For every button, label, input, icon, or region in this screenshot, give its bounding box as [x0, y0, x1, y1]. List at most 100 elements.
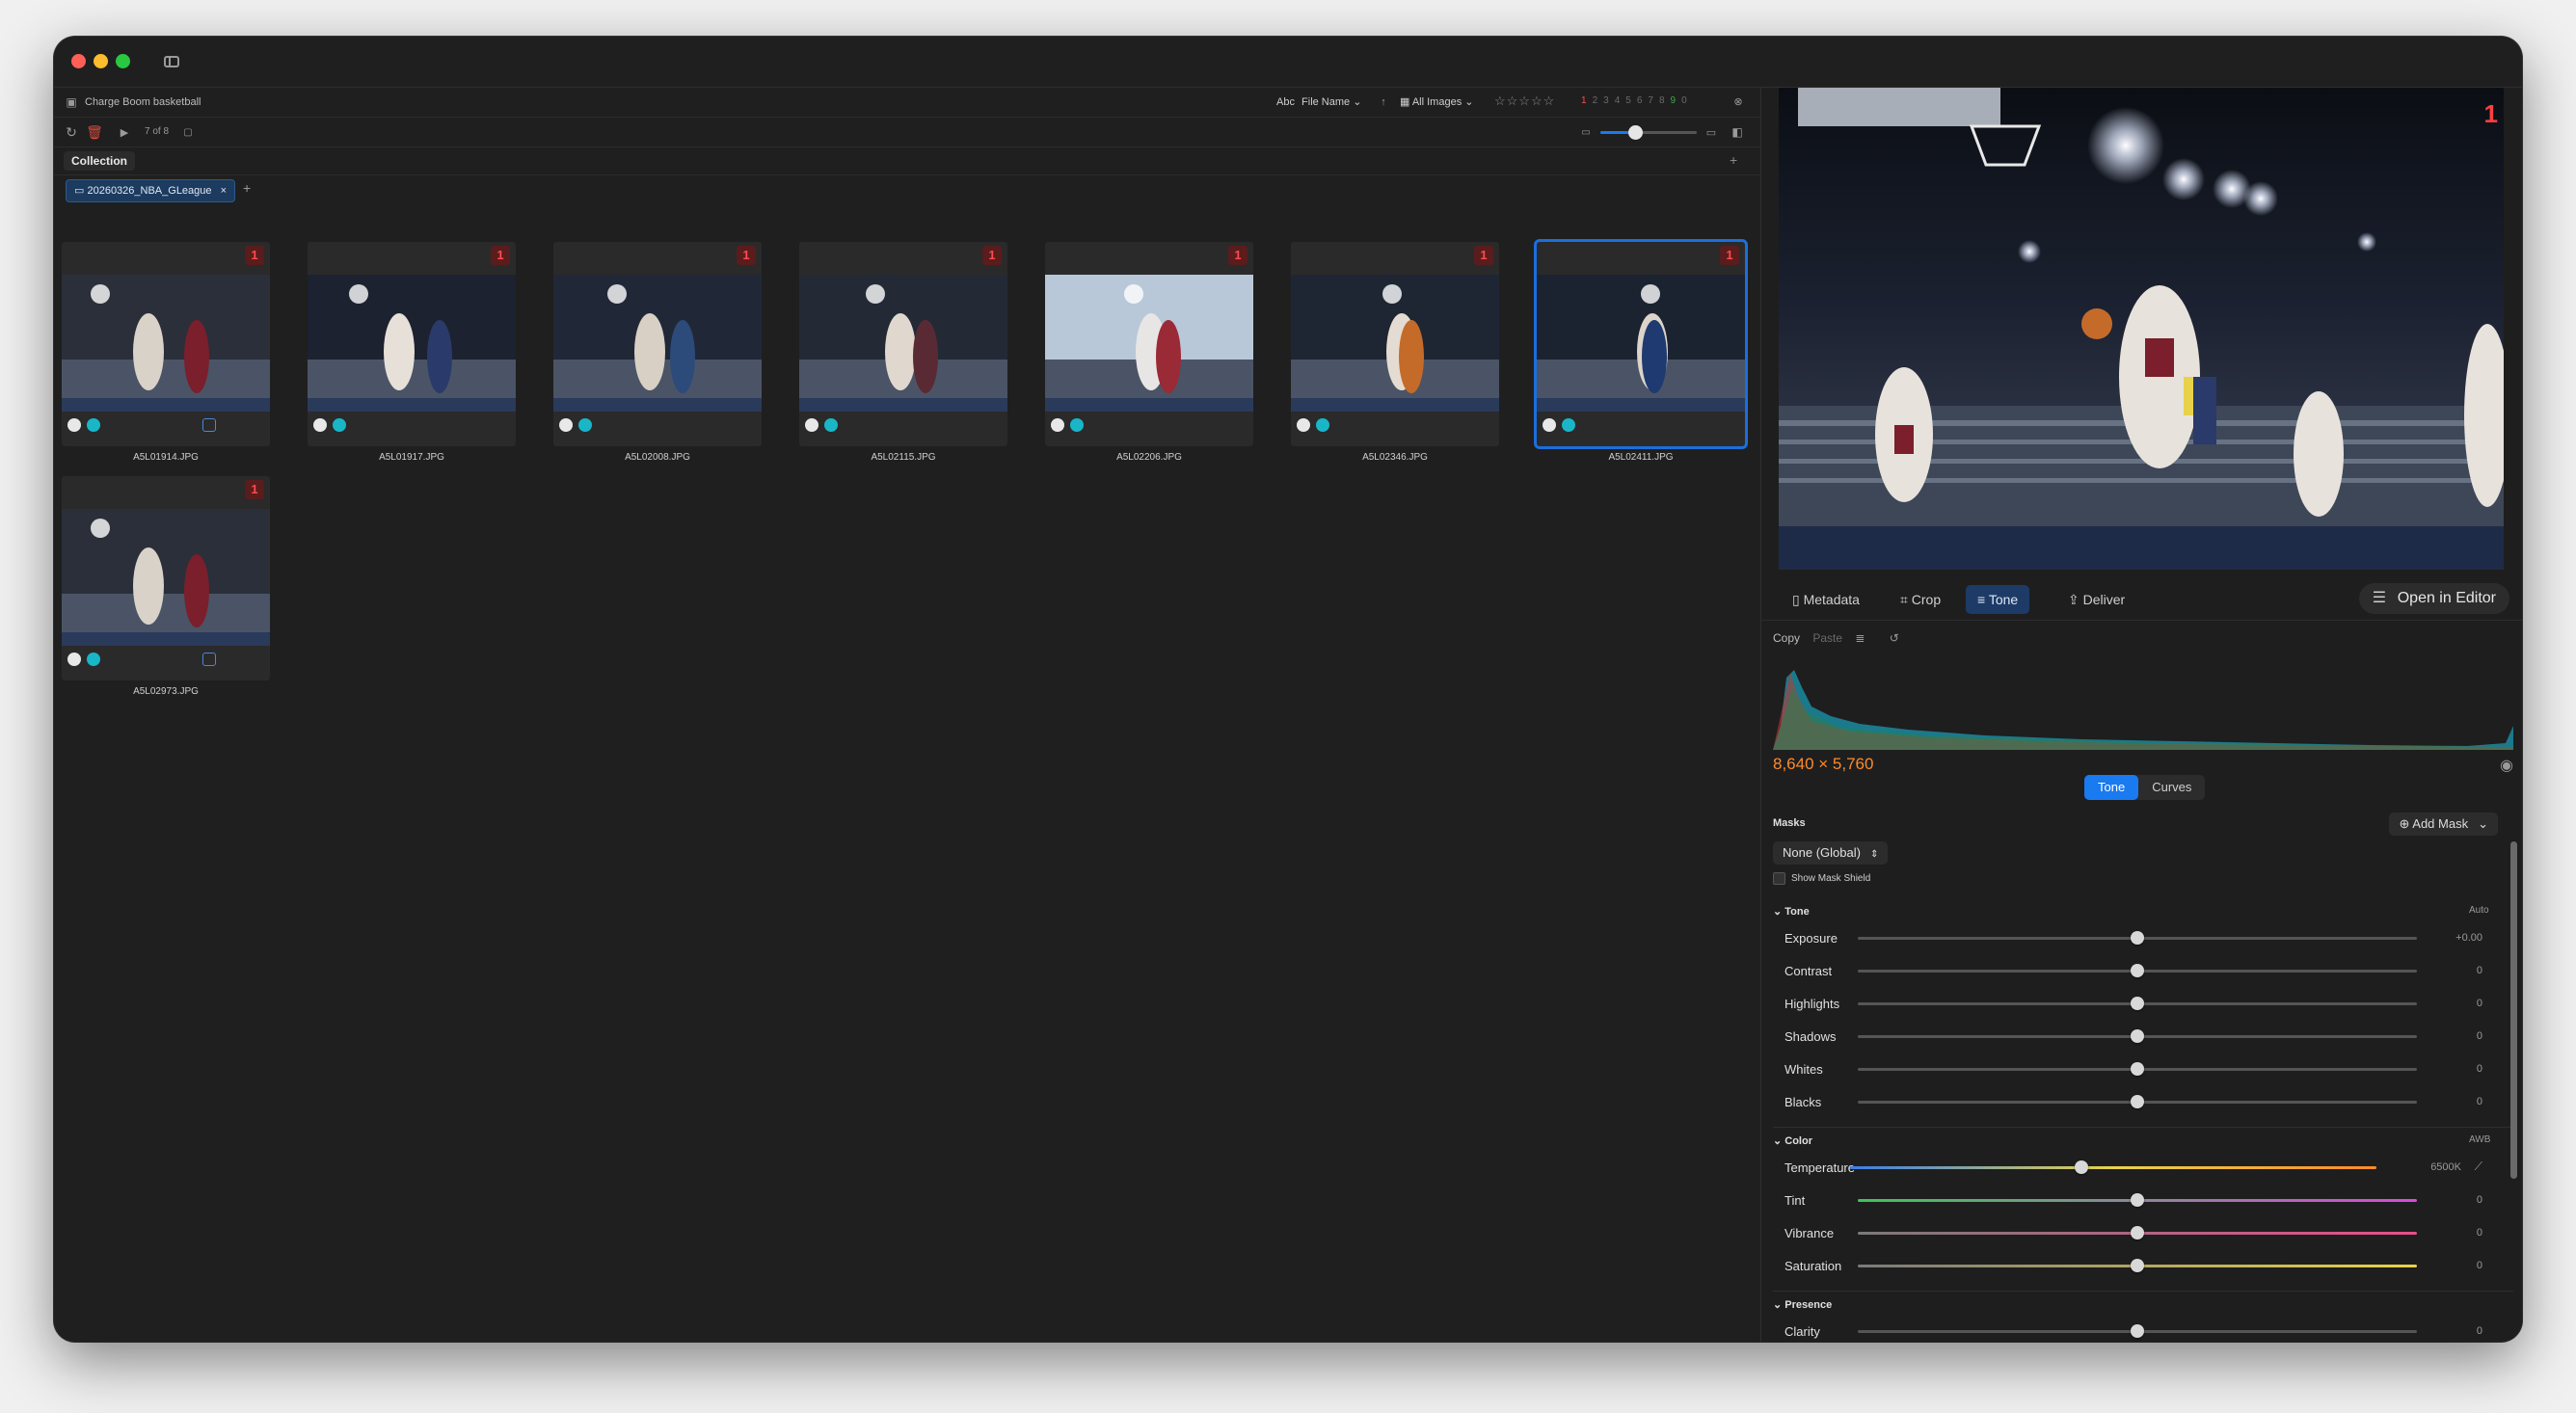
add-tab-button[interactable]: + [1730, 152, 1737, 168]
preview-image [1779, 88, 2504, 570]
plus-circle-icon: ⊕ [2399, 816, 2413, 831]
slider-knob[interactable] [2131, 931, 2144, 945]
thumbnail-cell[interactable]: 1 A5L02973.JPG [62, 476, 270, 697]
slider-temperature[interactable]: Temperature 6500K ⟋ [1761, 1152, 2522, 1185]
group-header-tone[interactable]: ⌄ Tone Auto [1773, 905, 2489, 918]
thumbnail-size-slider[interactable] [1600, 125, 1697, 140]
check-icon [1316, 418, 1329, 432]
shield-icon [805, 418, 818, 432]
slider-label: Blacks [1784, 1095, 1822, 1109]
small-thumbnail-icon[interactable]: ▭ [1579, 124, 1593, 140]
color-label-3[interactable]: 3 [1603, 95, 1609, 106]
slider-whites[interactable]: Whites 0 [1761, 1053, 2522, 1086]
photo-preview[interactable]: 1 [1779, 88, 2504, 570]
slider-knob[interactable] [2131, 1226, 2144, 1240]
color-labels[interactable]: 1234567890 [1581, 95, 1693, 106]
color-label-0[interactable]: 0 [1681, 95, 1687, 106]
sidebar-toggle-icon[interactable] [158, 49, 185, 74]
thumbnail-cell[interactable]: 1 A5L02346.JPG [1291, 242, 1499, 463]
color-label-7[interactable]: 7 [1648, 95, 1653, 106]
group-tone-action[interactable]: Auto [2469, 905, 2489, 916]
add-mask-button[interactable]: ⊕ Add Mask ⌄ [2389, 813, 2498, 836]
slider-saturation[interactable]: Saturation 0 [1761, 1250, 2522, 1283]
slider-knob[interactable] [2131, 964, 2144, 977]
open-in-editor-button[interactable]: ☰ Open in Editor [2358, 583, 2509, 614]
filter-control[interactable]: ▦ All Images ⌄ [1400, 95, 1473, 108]
color-label-6[interactable]: 6 [1637, 95, 1643, 106]
slider-tint[interactable]: Tint 0 [1761, 1185, 2522, 1217]
slider-knob[interactable] [2131, 1095, 2144, 1108]
slider-vibrance[interactable]: Vibrance 0 [1761, 1217, 2522, 1250]
slider-highlights[interactable]: Highlights 0 [1761, 988, 2522, 1021]
copy-button[interactable]: Copy [1773, 631, 1800, 645]
sort-direction-icon[interactable]: ↑ [1377, 94, 1390, 110]
color-label-2[interactable]: 2 [1593, 95, 1598, 106]
slider-knob[interactable] [2131, 1062, 2144, 1076]
tab-collection[interactable]: Collection [64, 151, 136, 171]
thumbnail-cell[interactable]: 1 A5L02411.JPG [1537, 242, 1745, 463]
close-icon[interactable]: × [221, 185, 227, 197]
trash-icon[interactable]: 🗑 [86, 124, 103, 140]
show-mask-shield-checkbox[interactable]: Show Mask Shield [1773, 872, 1870, 885]
add-folder-button[interactable]: + [243, 180, 251, 196]
group-header-color[interactable]: ⌄ Color AWB [1773, 1134, 2490, 1147]
reset-icon[interactable]: ↺ [1890, 631, 1899, 645]
sliders-icon: ≡ [1977, 592, 1989, 607]
clear-filter-icon[interactable]: ⊗ [1731, 94, 1745, 108]
thumbnail-cell[interactable]: 1 A5L02008.JPG [553, 242, 762, 463]
color-label-1[interactable]: 1 [1581, 95, 1587, 106]
slideshow-icon[interactable]: ▶ [116, 124, 133, 140]
slider-knob[interactable] [2131, 1193, 2144, 1207]
thumbnail-cell[interactable]: 1 A5L01917.JPG [308, 242, 516, 463]
slider-blacks[interactable]: Blacks 0 [1761, 1086, 2522, 1119]
color-label-4[interactable]: 4 [1615, 95, 1621, 106]
zoom-window-button[interactable] [116, 54, 130, 68]
slider-exposure[interactable]: Exposure +0.00 [1761, 922, 2522, 955]
tab-tone[interactable]: ≡ Tone [1966, 585, 2030, 614]
shield-icon [1543, 418, 1556, 432]
eye-icon[interactable]: ◉ [2500, 756, 2513, 775]
browser-pane: ▣ Charge Boom basketball Abc File Name ⌄… [54, 88, 1760, 1342]
group-header-presence[interactable]: ⌄ Presence [1773, 1298, 1832, 1311]
slider-value: 0 [2476, 1096, 2482, 1107]
paste-options-icon[interactable]: ≣ [1855, 631, 1865, 645]
label-badge: 1 [245, 246, 264, 265]
slider-label: Clarity [1784, 1324, 1820, 1339]
paste-button[interactable]: Paste [1812, 631, 1842, 645]
large-thumbnail-icon[interactable]: ▭ [1704, 124, 1718, 140]
slider-knob[interactable] [2075, 1160, 2089, 1174]
refresh-icon[interactable]: ↻ [64, 124, 79, 140]
slider-contrast[interactable]: Contrast 0 [1761, 955, 2522, 988]
slider-shadows[interactable]: Shadows 0 [1761, 1021, 2522, 1053]
tab-metadata[interactable]: ▯ Metadata [1781, 585, 1871, 614]
tab-deliver[interactable]: ⇪ Deliver [2056, 585, 2136, 614]
folder-chip[interactable]: ▭ 20260326_NBA_GLeague × [66, 179, 236, 202]
mode-curves[interactable]: Curves [2138, 775, 2205, 800]
slider-knob[interactable] [2131, 1324, 2144, 1338]
info-icon[interactable]: ▢ [181, 124, 195, 140]
check-icon [333, 418, 346, 432]
slider-track[interactable] [1850, 1166, 2376, 1169]
thumbnail-cell[interactable]: 1 A5L02115.JPG [799, 242, 1007, 463]
slider-knob[interactable] [2131, 1259, 2144, 1272]
tab-crop[interactable]: ⌗ Crop [1889, 585, 1952, 614]
close-window-button[interactable] [71, 54, 86, 68]
scrollbar[interactable] [2510, 841, 2517, 1179]
color-label-5[interactable]: 5 [1625, 95, 1631, 106]
slider-knob[interactable] [2131, 1029, 2144, 1043]
color-label-9[interactable]: 9 [1671, 95, 1677, 106]
mask-select[interactable]: None (Global) ⇕ [1773, 841, 1889, 865]
sort-control[interactable]: Abc File Name ⌄ [1276, 95, 1361, 108]
group-color-action[interactable]: AWB [2469, 1134, 2490, 1145]
thumbnail-cell[interactable]: 1 A5L01914.JPG [62, 242, 270, 463]
rating-stars[interactable]: ☆☆☆☆☆ [1494, 93, 1555, 109]
minimize-window-button[interactable] [94, 54, 108, 68]
check-icon [824, 418, 838, 432]
color-label-8[interactable]: 8 [1659, 95, 1665, 106]
thumbnail-cell[interactable]: 1 A5L02206.JPG [1045, 242, 1253, 463]
mode-tone[interactable]: Tone [2084, 775, 2139, 800]
inspector-toggle-icon[interactable]: ◧ [1730, 124, 1745, 140]
slider-clarity[interactable]: Clarity 0 [1761, 1316, 2522, 1342]
eyedropper-icon[interactable]: ⟋ [2475, 1160, 2482, 1174]
slider-knob[interactable] [2131, 997, 2144, 1010]
